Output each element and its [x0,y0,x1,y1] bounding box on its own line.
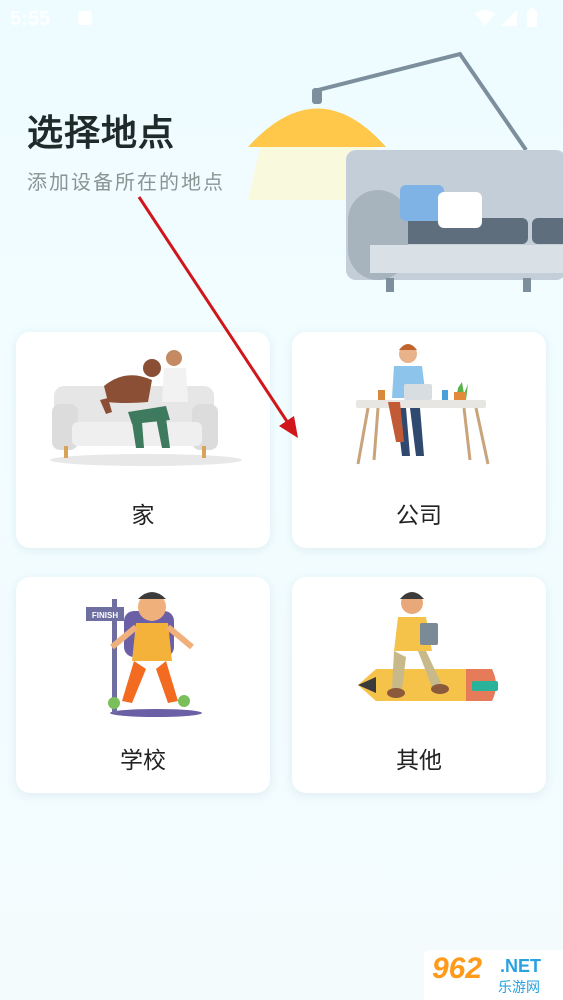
page-subtitle: 添加设备所在的地点 [27,172,225,194]
location-card-home[interactable]: 家 [16,332,270,548]
finish-sign-text: FINISH [92,611,118,620]
home-illustration [50,350,242,466]
location-label-company: 公司 [396,502,442,528]
location-label-home: 家 [131,502,155,528]
wifi-icon [475,10,495,26]
battery-icon [527,10,537,27]
watermark-number: 962 [432,952,483,985]
watermark-name: 乐游网 [498,979,540,995]
watermark-domain: .NET [500,956,542,976]
school-illustration: FINISH [86,592,202,717]
company-illustration [356,344,490,465]
location-card-school[interactable]: FINISH 学校 [16,577,270,793]
location-label-school: 学校 [120,747,166,773]
location-card-company[interactable]: 公司 [292,332,546,548]
signal-icon [501,10,517,26]
header-illustration [248,51,563,292]
status-time: 5:55 [10,8,51,30]
location-label-other: 其他 [396,747,442,773]
location-card-other[interactable]: 其他 [292,577,546,793]
notification-icon [78,11,92,25]
watermark-logo: 962 .NET 乐游网 [424,950,563,1000]
status-icons [475,8,537,27]
page-title: 选择地点 [27,112,176,153]
status-bar: 5:55 [0,0,563,38]
other-illustration [358,592,498,701]
